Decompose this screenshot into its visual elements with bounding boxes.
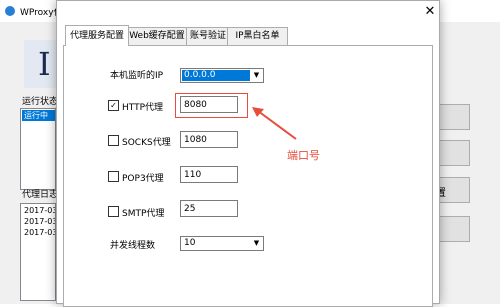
socks-checkbox[interactable] <box>108 135 119 146</box>
tab-panel: 本机监听的IP 0.0.0.0 ▼ ✓ HTTP代理 8080 SOCKS代理 … <box>63 45 433 307</box>
checkmark-icon: ✓ <box>110 101 117 110</box>
socks-label: SOCKS代理 <box>122 138 171 148</box>
tab-web-cache[interactable]: Web缓存配置 <box>125 27 189 45</box>
status-list-item[interactable]: 运行中 <box>22 110 55 121</box>
pop3-checkbox[interactable] <box>108 171 119 182</box>
smtp-checkbox[interactable] <box>108 206 119 217</box>
proxy-settings-dialog: ✕ 代理服务配置 Web缓存配置 账号验证 IP黑白名单 本机监听的IP 0.0… <box>56 0 440 307</box>
log-label: 代理日志 <box>22 190 59 200</box>
smtp-label: SMTP代理 <box>122 209 165 219</box>
listen-ip-dropdown[interactable]: 0.0.0.0 ▼ <box>180 68 264 83</box>
main-window-title: WProxy代 <box>20 8 60 18</box>
http-checkbox[interactable]: ✓ <box>108 100 119 111</box>
log-line: 2017-03- <box>24 228 55 237</box>
app-icon <box>5 6 15 16</box>
status-label: 运行状态 <box>22 97 59 107</box>
smtp-port-input[interactable]: 25 <box>180 200 238 217</box>
log-list[interactable]: 2017-03- 2017-03- 2017-03- <box>20 203 56 301</box>
close-icon[interactable]: ✕ <box>423 5 437 19</box>
log-line: 2017-03- <box>24 217 55 226</box>
http-label: HTTP代理 <box>122 103 164 113</box>
chevron-down-icon[interactable]: ▼ <box>251 70 262 81</box>
threads-value: 10 <box>184 238 196 248</box>
log-line: 2017-03- <box>24 206 55 215</box>
threads-dropdown[interactable]: 10 ▼ <box>180 236 264 251</box>
threads-label: 并发线程数 <box>110 241 156 251</box>
tab-ip-list[interactable]: IP黑白名单 <box>227 27 288 45</box>
tab-account-auth[interactable]: 账号验证 <box>186 27 230 45</box>
port-highlight-box <box>175 93 248 118</box>
pop3-port-input[interactable]: 110 <box>180 166 238 183</box>
listen-ip-value: 0.0.0.0 <box>182 70 250 81</box>
pop3-label: POP3代理 <box>122 174 164 184</box>
annotation-arrow <box>252 107 297 140</box>
socks-port-input[interactable]: 1080 <box>180 131 238 148</box>
listen-ip-label: 本机监听的IP <box>110 71 164 81</box>
status-list[interactable]: 运行中 <box>20 108 56 190</box>
annotation-label: 端口号 <box>287 149 320 162</box>
chevron-down-icon[interactable]: ▼ <box>251 238 262 249</box>
tab-proxy-service[interactable]: 代理服务配置 <box>65 25 129 46</box>
